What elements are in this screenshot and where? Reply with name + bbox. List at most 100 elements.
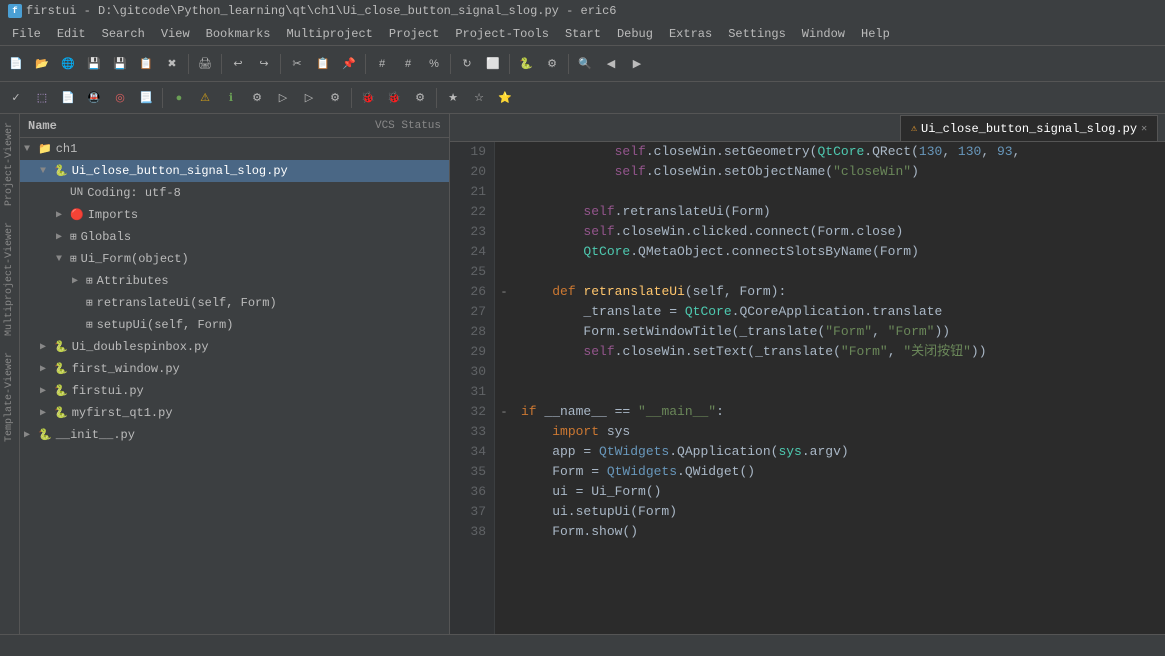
print-button[interactable]: 🖨 [193,52,217,76]
info-button[interactable]: ℹ [219,86,243,110]
template-viewer-label[interactable]: Template-Viewer [2,344,17,450]
redo-button[interactable]: ↪ [252,52,276,76]
menu-search[interactable]: Search [94,25,153,43]
bookmark-btn[interactable]: ★ [441,86,465,110]
project-viewer-label[interactable]: Project-Viewer [2,114,17,214]
debug2-button[interactable]: 🐞 [382,86,406,110]
tree-item[interactable]: ▶⊞Globals [20,226,449,248]
menu-project-tools[interactable]: Project-Tools [447,25,557,43]
code-segment: ui.setupUi(Form) [521,504,677,519]
close-button[interactable]: ✖ [160,52,184,76]
tree-item[interactable]: ▼⊞Ui_Form(object) [20,248,449,270]
cut-button[interactable]: ✂ [285,52,309,76]
line-number: 26 [450,282,486,302]
code-segment: .QRect( [864,144,919,159]
run-button[interactable]: ● [167,86,191,110]
undo-button[interactable]: ↩ [226,52,250,76]
cfg2-button[interactable]: ⚙ [323,86,347,110]
multiproject-viewer-label[interactable]: Multiproject-Viewer [2,214,17,344]
menu-start[interactable]: Start [557,25,609,43]
code-segment: self [615,164,646,179]
tree-item[interactable]: ⊞retranslateUi(self, Form) [20,292,449,314]
stop-button[interactable]: ⬜ [481,52,505,76]
ui-button[interactable]: ⬚ [30,86,54,110]
search2-button[interactable]: 🔍 [573,52,597,76]
tree-item[interactable]: ⊞setupUi(self, Form) [20,314,449,336]
code-segment: self [583,204,614,219]
menu-file[interactable]: File [4,25,49,43]
save-all-button[interactable]: 📋 [134,52,158,76]
tree-item-icon: 📁 [38,142,52,156]
code-segment: )) [934,324,950,339]
line-number: 30 [450,362,486,382]
next-button[interactable]: ▶ [625,52,649,76]
save-as-button[interactable]: 💾 [108,52,132,76]
cfg-button[interactable]: ⚙ [245,86,269,110]
code-line: if __name__ == "__main__": [521,402,1165,422]
bookmark3-btn[interactable]: ⭐ [493,86,517,110]
open-button[interactable]: 📂 [30,52,54,76]
menu-edit[interactable]: Edit [49,25,94,43]
new-button[interactable]: 📄 [4,52,28,76]
line-number: 25 [450,262,486,282]
tab-file[interactable]: ⚠ Ui_close_button_signal_slog.py ✕ [900,115,1158,141]
sep5 [450,54,451,74]
gutter-cell [495,442,513,462]
menu-debug[interactable]: Debug [609,25,661,43]
open-remote-button[interactable]: 🌐 [56,52,80,76]
tree-arrow: ▶ [56,231,68,243]
menu-multiproject[interactable]: Multiproject [278,25,380,43]
tab-close-button[interactable]: ✕ [1141,123,1147,135]
code-line [521,382,1165,402]
run3-button[interactable]: ▷ [297,86,321,110]
tree-item[interactable]: ▼🐍Ui_close_button_signal_slog.py [20,160,449,182]
tree-item[interactable]: ▶⊞Attributes [20,270,449,292]
debug-button[interactable]: 🐞 [356,86,380,110]
menu-window[interactable]: Window [794,25,853,43]
tools-button[interactable]: ⚙ [540,52,564,76]
bookmark2-btn[interactable]: ☆ [467,86,491,110]
code-segment: _translate [583,304,661,319]
python-button[interactable]: 🐍 [514,52,538,76]
transit-button[interactable]: 🚇 [82,86,106,110]
run2-button[interactable]: ▷ [271,86,295,110]
line-number: 36 [450,482,486,502]
menu-project[interactable]: Project [381,25,447,43]
warn-button[interactable]: ⚠ [193,86,217,110]
sep2 [221,54,222,74]
editor-area: ⚠ Ui_close_button_signal_slog.py ✕ 19202… [450,114,1165,634]
code-segment [521,224,583,239]
replace-button[interactable]: % [422,52,446,76]
tree-item[interactable]: ▶🐍Ui_doublespinbox.py [20,336,449,358]
code-segment: , [872,324,888,339]
editor-content[interactable]: 1920212223242526272829303132333435363738… [450,142,1165,634]
find-file-button[interactable]: # [396,52,420,76]
file2-button[interactable]: 📃 [134,86,158,110]
menu-bookmarks[interactable]: Bookmarks [198,25,279,43]
menu-help[interactable]: Help [853,25,898,43]
tree-item[interactable]: ▶🐍myfirst_qt1.py [20,402,449,424]
tree-item[interactable]: ▼📁ch1 [20,138,449,160]
check-button[interactable]: ✓ [4,86,28,110]
menu-settings[interactable]: Settings [720,25,794,43]
code-line [521,362,1165,382]
refresh-button[interactable]: ↻ [455,52,479,76]
gutter-cell [495,262,513,282]
tree-item[interactable]: ▶🐍__init__.py [20,424,449,446]
menu-view[interactable]: View [153,25,198,43]
tree-item[interactable]: UNCoding: utf-8 [20,182,449,204]
debug3-button[interactable]: ⚙ [408,86,432,110]
copilot-button[interactable]: ◎ [108,86,132,110]
copy-button[interactable]: 📋 [311,52,335,76]
tree-item[interactable]: ▶🔴Imports [20,204,449,226]
tree-arrow: ▶ [40,341,52,353]
resource-button[interactable]: 📄 [56,86,80,110]
prev-button[interactable]: ◀ [599,52,623,76]
save-button[interactable]: 💾 [82,52,106,76]
tree-item[interactable]: ▶🐍first_window.py [20,358,449,380]
find-button[interactable]: # [370,52,394,76]
code-area[interactable]: self.closeWin.setGeometry(QtCore.QRect(1… [513,142,1165,634]
menu-extras[interactable]: Extras [661,25,720,43]
paste-button[interactable]: 📌 [337,52,361,76]
tree-item[interactable]: ▶🐍firstui.py [20,380,449,402]
